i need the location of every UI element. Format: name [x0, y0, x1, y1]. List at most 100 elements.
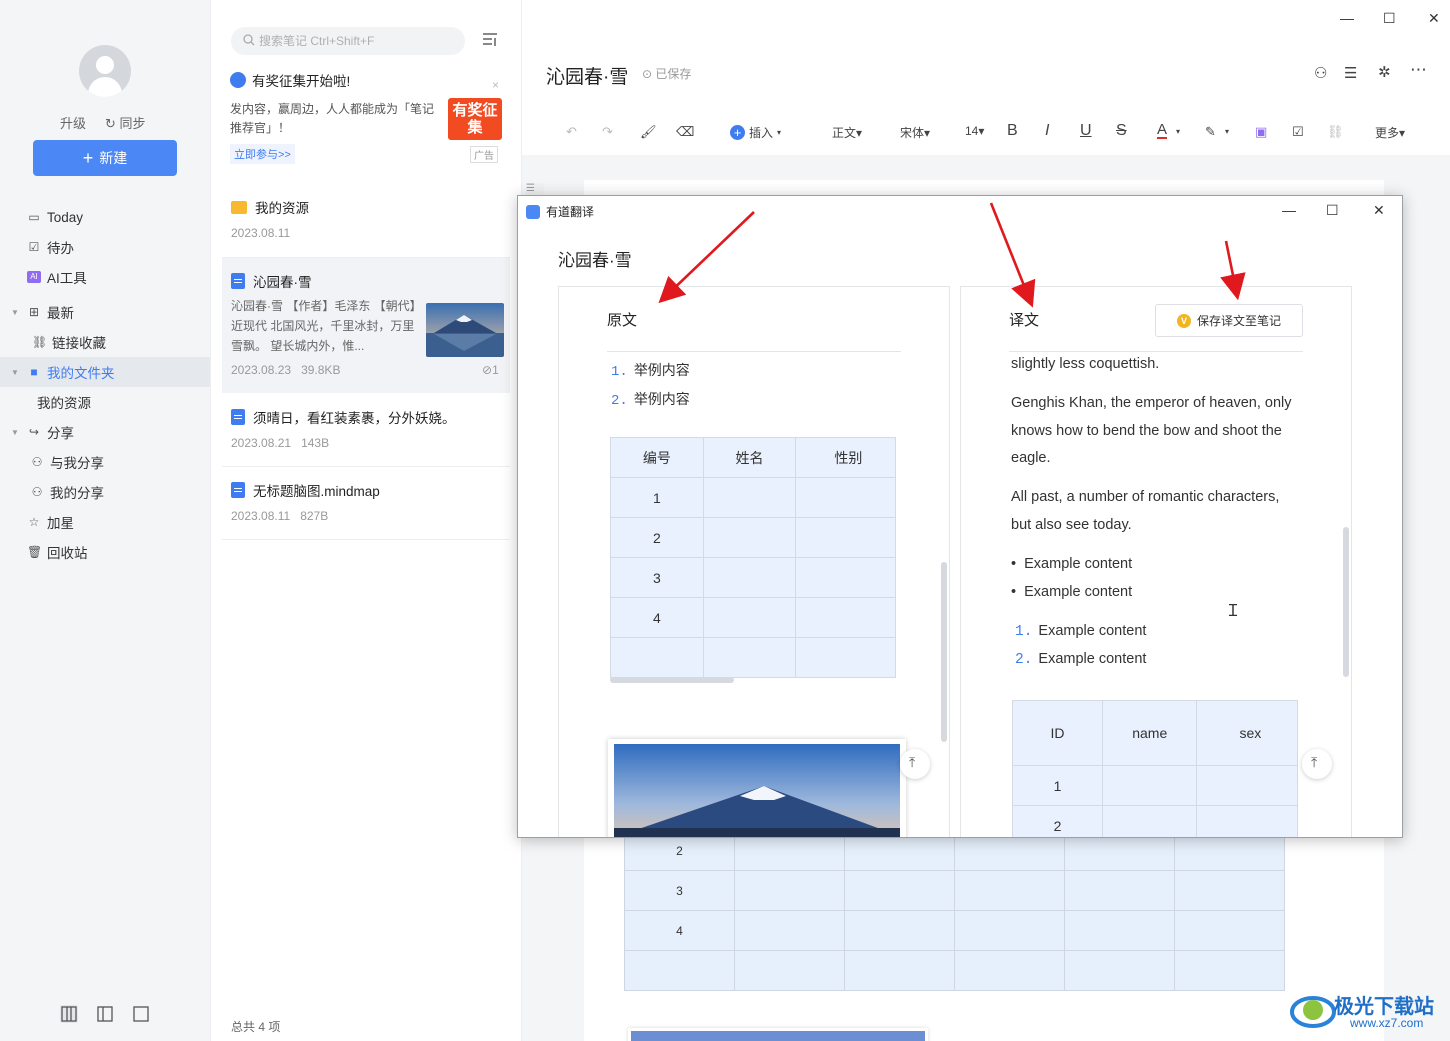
layout-switcher	[60, 1005, 150, 1023]
document-image[interactable]	[628, 1028, 928, 1041]
upgrade-link[interactable]: 升级	[60, 113, 86, 132]
list-item[interactable]: 无标题脑图.mindmap 2023.08.11 827B	[222, 468, 510, 540]
italic-icon[interactable]: I	[1045, 122, 1049, 140]
horizontal-scrollbar[interactable]	[610, 677, 734, 683]
scroll-top-button[interactable]: ⤒	[1302, 749, 1332, 779]
nav-link-collection[interactable]: ⛓ 链接收藏	[0, 327, 210, 357]
nav-my-folder[interactable]: ▼ ■ 我的文件夹	[0, 357, 210, 387]
new-note-button[interactable]: + 新建	[33, 140, 177, 176]
close-icon[interactable]: ✕	[1428, 10, 1440, 27]
maximize-icon[interactable]: ☐	[1383, 10, 1396, 27]
list-item[interactable]: 须晴日，看红装素裹，分外妖娆。 2023.08.21 143B	[222, 395, 510, 467]
bold-icon[interactable]: B	[1007, 122, 1018, 140]
ad-badge: 广告	[470, 146, 498, 163]
more-menu[interactable]: 更多▾	[1375, 124, 1405, 141]
promo-icon	[230, 72, 246, 88]
three-column-layout-icon[interactable]	[60, 1005, 78, 1023]
avatar[interactable]	[79, 45, 131, 97]
nav-todo[interactable]: ☑ 待办	[0, 232, 210, 262]
single-column-layout-icon[interactable]	[132, 1005, 150, 1023]
site-watermark: 极光下载站 www.xz7.com	[1290, 988, 1442, 1034]
more-icon[interactable]: ⋯	[1410, 60, 1427, 80]
vertical-scrollbar[interactable]	[1343, 527, 1349, 677]
translated-numbered-list: 1. Example content 2. Example content	[1015, 618, 1146, 674]
nav-shared-with-me[interactable]: ⚇ 与我分享	[0, 447, 210, 477]
font-size-select[interactable]: 14▾	[965, 124, 984, 138]
search-input[interactable]	[259, 34, 439, 48]
nav-my-shares[interactable]: ⚇ 我的分享	[0, 477, 210, 507]
calendar-icon: ▭	[28, 210, 40, 224]
youdao-logo-icon	[526, 204, 540, 219]
nav-my-resources[interactable]: 我的资源	[0, 387, 210, 417]
caret-down-icon[interactable]: ▼	[11, 368, 19, 377]
promo-card[interactable]: 有奖征集开始啦! × 发内容，赢周边，人人都能成为「笔记推荐官」！ 立即参与>>…	[230, 70, 502, 170]
ai-write-icon[interactable]: ▣	[1255, 124, 1267, 140]
chevron-down-icon[interactable]: ▾	[1225, 127, 1229, 136]
find-icon[interactable]: ☰	[1344, 64, 1357, 82]
sync-link[interactable]: ↻ 同步	[105, 113, 146, 132]
promo-text: 发内容，赢周边，人人都能成为「笔记推荐官」！	[230, 102, 435, 135]
translate-window: 有道翻译 — ☐ ✕ 沁园春·雪 原文 1. 举例内容 2. 举例内容 编号 姓名 性别…	[517, 195, 1403, 838]
attachment-icon: ⊘	[482, 363, 493, 377]
nav-starred[interactable]: ☆ 加星	[0, 507, 210, 537]
text-cursor-icon: Ｉ	[1225, 603, 1242, 620]
caret-down-icon[interactable]: ▼	[11, 428, 19, 437]
search-box[interactable]	[231, 27, 465, 55]
close-icon[interactable]: ×	[492, 78, 499, 92]
nav-share[interactable]: ▼ ↪ 分享	[0, 417, 210, 447]
format-painter-icon[interactable]: 🖌	[640, 124, 657, 140]
undo-icon[interactable]: ↶	[566, 124, 577, 140]
close-icon[interactable]: ✕	[1373, 202, 1385, 219]
font-color-icon[interactable]: A	[1157, 122, 1168, 139]
table-row	[624, 950, 1285, 991]
arrow-up-icon: ⤒	[909, 754, 916, 770]
sort-icon[interactable]	[481, 32, 499, 48]
eraser-icon[interactable]: ⌫	[676, 124, 694, 140]
minimize-icon[interactable]: —	[1282, 202, 1296, 218]
table-row: 1	[610, 477, 896, 518]
chevron-down-icon[interactable]: ▾	[1176, 127, 1180, 136]
target-header: 译文	[1009, 312, 1040, 329]
nav-ai-tools[interactable]: AI AI工具	[0, 262, 210, 292]
two-column-layout-icon[interactable]	[96, 1005, 114, 1023]
promo-image[interactable]: 有奖征集	[448, 98, 502, 140]
list-item[interactable]: 我的资源 2023.08.11	[222, 185, 510, 258]
insert-menu[interactable]: + 插入 ▾	[730, 124, 781, 141]
translated-paragraph: Genghis Khan, the emperor of heaven, onl…	[1011, 395, 1292, 466]
caret-down-icon[interactable]: ▼	[11, 308, 19, 317]
highlight-icon[interactable]: ✎	[1205, 124, 1216, 140]
font-family-select[interactable]: 宋体▾	[900, 124, 930, 141]
page-title[interactable]: 沁园春·雪	[546, 62, 628, 89]
target-table-wrap[interactable]: ID name sex 1 2	[1012, 700, 1298, 837]
nav-today[interactable]: ▭ Today	[0, 202, 210, 232]
redo-icon[interactable]: ↷	[602, 124, 613, 140]
source-image	[608, 739, 906, 837]
target-panel: 译文 V 保存译文至笔记 slightly less coquettish. Ge…	[960, 286, 1352, 837]
link-icon: ⛓	[32, 335, 48, 349]
link-icon[interactable]: ⛓	[1327, 124, 1344, 140]
mindmap-icon	[231, 482, 245, 498]
source-table-wrap[interactable]: 编号 姓名 性别 1 2 3 4	[610, 437, 896, 685]
vertical-scrollbar[interactable]	[941, 562, 947, 742]
underline-icon[interactable]: U	[1080, 122, 1092, 140]
table-row: 1	[1012, 765, 1298, 806]
nav-recent[interactable]: ▼ ⊞ 最新	[0, 297, 210, 327]
sync-icon: ↻	[105, 116, 116, 131]
folder-icon: ■	[30, 365, 38, 379]
scroll-top-button[interactable]: ⤒	[900, 749, 930, 779]
share-user-icon[interactable]: ⚇	[1314, 64, 1327, 82]
paragraph-style-select[interactable]: 正文▾	[832, 124, 862, 141]
checklist-icon[interactable]: ☑	[1292, 124, 1304, 140]
promo-join-link[interactable]: 立即参与>>	[230, 144, 295, 164]
save-translation-button[interactable]: V 保存译文至笔记	[1155, 304, 1303, 337]
strikethrough-icon[interactable]: S	[1116, 122, 1127, 140]
target-table: ID name sex 1 2	[1012, 700, 1298, 837]
trash-icon: 🗑	[27, 545, 43, 559]
mindmap-view-icon[interactable]: ✲	[1378, 63, 1391, 81]
format-toolbar: ↶ ↷ 🖌 ⌫ + 插入 ▾ 正文▾ 宋体▾ 14▾ B I U S A ▾ ✎ ▾…	[542, 116, 1448, 150]
list-item: 2. 举例内容	[611, 391, 690, 409]
minimize-icon[interactable]: —	[1340, 10, 1354, 26]
list-item-selected[interactable]: 沁园春·雪 沁园春·雪 【作者】毛泽东 【朝代】近现代 北国风光，千里冰封，万里…	[222, 258, 510, 393]
nav-trash[interactable]: 🗑 回收站	[0, 537, 210, 567]
maximize-icon[interactable]: ☐	[1326, 202, 1339, 219]
